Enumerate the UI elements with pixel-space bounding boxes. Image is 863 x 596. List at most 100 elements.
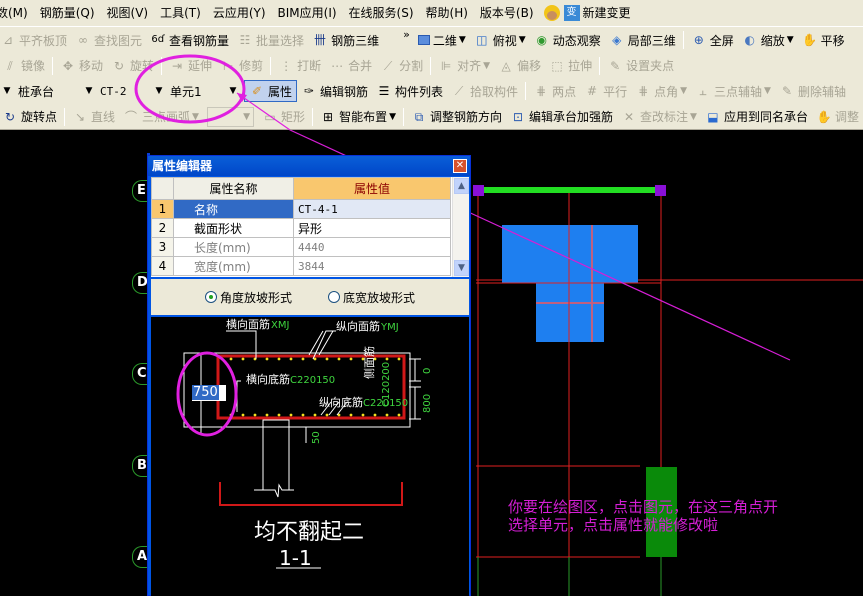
arc-button[interactable]: ⌒ 三点画弧 ▼ (119, 106, 203, 128)
radio-checked-icon[interactable] (204, 291, 217, 303)
chevron-down-icon[interactable]: ▼ (243, 112, 253, 122)
menu-help[interactable]: 帮助(H) (420, 0, 474, 26)
adjust-rebar-direction-button[interactable]: ⧉ 调整钢筋方向 (407, 106, 506, 128)
three-point-axis-button[interactable]: ⫠ 三点辅轴 ▼ (691, 80, 775, 102)
column-header-name[interactable]: 属性名称 (173, 177, 294, 200)
offset-button[interactable]: ◬ 偏移 (494, 55, 545, 77)
menu-bim[interactable]: BIM应用(I) (272, 0, 343, 26)
chevron-down-icon[interactable]: ▼ (680, 86, 687, 96)
align-slab-top-button[interactable]: ⊿ 平齐板顶 (0, 29, 71, 51)
adjust-button[interactable]: ✋ 调整 (812, 106, 863, 128)
property-name[interactable]: 宽度(mm) (173, 256, 294, 276)
local-3d-button[interactable]: ◈ 局部三维 (605, 29, 680, 51)
chevron-down-icon[interactable]: ▼ (690, 112, 697, 122)
radio-width-slope[interactable]: 底宽放坡形式 (328, 289, 415, 306)
menu-tools[interactable]: 工具(T) (154, 0, 207, 26)
view-rebar-quantity-button[interactable]: 6ɗ 查看钢筋量 (146, 29, 233, 51)
break-button[interactable]: ⋮ 打断 (274, 55, 325, 77)
stretch-button[interactable]: ⬚ 拉伸 (545, 55, 596, 77)
edit-rebar-button[interactable]: ✑ 编辑钢筋 (297, 80, 372, 102)
chevron-down-icon[interactable]: ▼ (519, 35, 526, 45)
split-button[interactable]: ⟋ 分割 (376, 55, 427, 77)
fullscreen-button[interactable]: ⊕ 全屏 (687, 29, 738, 51)
toolbar-overflow-button[interactable]: » (399, 27, 414, 41)
properties-button[interactable]: ✐ 属性 (244, 80, 298, 102)
rectangle-button[interactable]: ▭ 矩形 (258, 106, 309, 128)
point-angle-axis-button[interactable]: ⋕ 点角 ▼ (631, 80, 691, 102)
rebar-3d-button[interactable]: 卌钢筋三维 (308, 29, 383, 51)
grip-handle[interactable] (655, 185, 666, 196)
chevron-down-icon[interactable]: ▼ (192, 112, 199, 122)
delete-axis-button[interactable]: ✎ 删除辅轴 (775, 80, 850, 102)
pan-button[interactable]: ✋ 平移 (798, 29, 849, 51)
menu-new-change[interactable]: 新建变更 (582, 0, 637, 26)
component-type-select[interactable]: ▼ 桩承台 (0, 81, 78, 101)
menu-modify[interactable]: 数(M) (0, 0, 34, 26)
chevron-down-icon[interactable]: ▼ (459, 35, 466, 45)
smart-layout-button[interactable]: ⊞ 智能布置 ▼ (316, 106, 400, 128)
chevron-down-icon[interactable]: ▼ (483, 61, 490, 71)
top-view-button[interactable]: ◫ 俯视 ▼ (470, 29, 530, 51)
component-name-select[interactable]: ▼ CT-2 (82, 81, 148, 101)
chevron-down-icon[interactable]: ▼ (389, 112, 396, 122)
menu-view[interactable]: 视图(V) (101, 0, 155, 26)
property-value[interactable]: CT-4-1 (293, 199, 451, 219)
menu-rebar-quantity[interactable]: 钢筋量(Q) (34, 0, 101, 26)
scroll-up-icon[interactable]: ▲ (454, 178, 469, 194)
radio-unchecked-icon[interactable] (328, 291, 340, 303)
pick-component-button[interactable]: ⟋ 拾取构件 (447, 80, 522, 102)
vertical-scrollbar[interactable]: ▲ ▼ (452, 177, 469, 277)
grip-handle[interactable] (473, 185, 484, 196)
property-value[interactable]: 异形 (293, 218, 451, 238)
rotate-button[interactable]: ↻ 旋转 (107, 55, 158, 77)
arc-parameter-select[interactable]: ▼ (206, 106, 255, 127)
trim-button[interactable]: ⊢ 修剪 (216, 55, 267, 77)
property-row[interactable]: 2 截面形状 异形 (151, 218, 451, 238)
align-button[interactable]: ⊫ 对齐 ▼ (434, 55, 494, 77)
column-header-value[interactable]: 属性值 (293, 177, 451, 200)
parallel-axis-button[interactable]: # 平行 (580, 80, 631, 102)
chevron-down-icon[interactable]: ▼ (787, 35, 794, 45)
set-grip-button[interactable]: ✎ 设置夹点 (603, 55, 678, 77)
edit-annotation-button[interactable]: ✕ 查改标注 ▼ (617, 106, 701, 128)
merge-button[interactable]: ⋯ 合并 (325, 55, 376, 77)
property-value[interactable]: 4440 (293, 237, 451, 257)
close-icon[interactable]: ✕ (453, 159, 467, 173)
property-name[interactable]: 名称 (173, 199, 294, 219)
property-name[interactable]: 截面形状 (173, 218, 294, 238)
unit-dropdown-arrow[interactable]: ▼ (226, 86, 240, 96)
zoom-button[interactable]: ◐ 缩放 ▼ (738, 29, 798, 51)
2d-button[interactable]: 二维 ▼ (414, 29, 470, 51)
line-button[interactable]: ↘ 直线 (68, 106, 119, 128)
two-point-axis-button[interactable]: ⋕ 两点 (529, 80, 580, 102)
property-row[interactable]: 4 宽度(mm) 3844 (151, 256, 451, 276)
dynamic-orbit-button[interactable]: ◉ 动态观察 (530, 29, 605, 51)
menu-cloud[interactable]: 云应用(Y) (207, 0, 272, 26)
find-element-button[interactable]: ∞ 查找图元 (71, 29, 146, 51)
chevron-down-icon[interactable]: ▼ (152, 86, 166, 96)
chevron-down-icon[interactable]: ▼ (82, 86, 96, 96)
edit-reinforcement-button[interactable]: ⊡ 编辑承台加强筋 (506, 106, 617, 128)
radio-angle-slope[interactable]: 角度放坡形式 (204, 289, 292, 306)
menu-online-service[interactable]: 在线服务(S) (343, 0, 420, 26)
component-list-button[interactable]: ☰ 构件列表 (372, 80, 447, 102)
dimension-input[interactable]: 750 (192, 385, 226, 401)
scroll-down-icon[interactable]: ▼ (454, 260, 469, 276)
footing-upper[interactable] (502, 225, 638, 283)
property-row[interactable]: 3 长度(mm) 4440 (151, 237, 451, 257)
beam[interactable] (478, 187, 661, 193)
chevron-down-icon[interactable]: ▼ (764, 86, 771, 96)
mirror-button[interactable]: ⫽ 镜像 (0, 55, 49, 77)
property-row[interactable]: 1 名称 CT-4-1 (151, 199, 451, 219)
move-button[interactable]: ✥ 移动 (56, 55, 107, 77)
rotate-point-button[interactable]: ↻ 旋转点 (0, 106, 61, 128)
worker-avatar-icon[interactable] (543, 5, 560, 21)
apply-to-same-name-button[interactable]: ⬓ 应用到同名承台 (701, 106, 812, 128)
footing-lower[interactable] (536, 283, 604, 342)
property-value[interactable]: 3844 (293, 256, 451, 276)
menu-version[interactable]: 版本号(B) (474, 0, 540, 26)
chevron-down-icon[interactable]: ▼ (0, 86, 14, 96)
batch-select-button[interactable]: ☷ 批量选择 (233, 29, 308, 51)
property-editor-title[interactable]: 属性编辑器 (148, 156, 470, 176)
property-name[interactable]: 长度(mm) (173, 237, 294, 257)
